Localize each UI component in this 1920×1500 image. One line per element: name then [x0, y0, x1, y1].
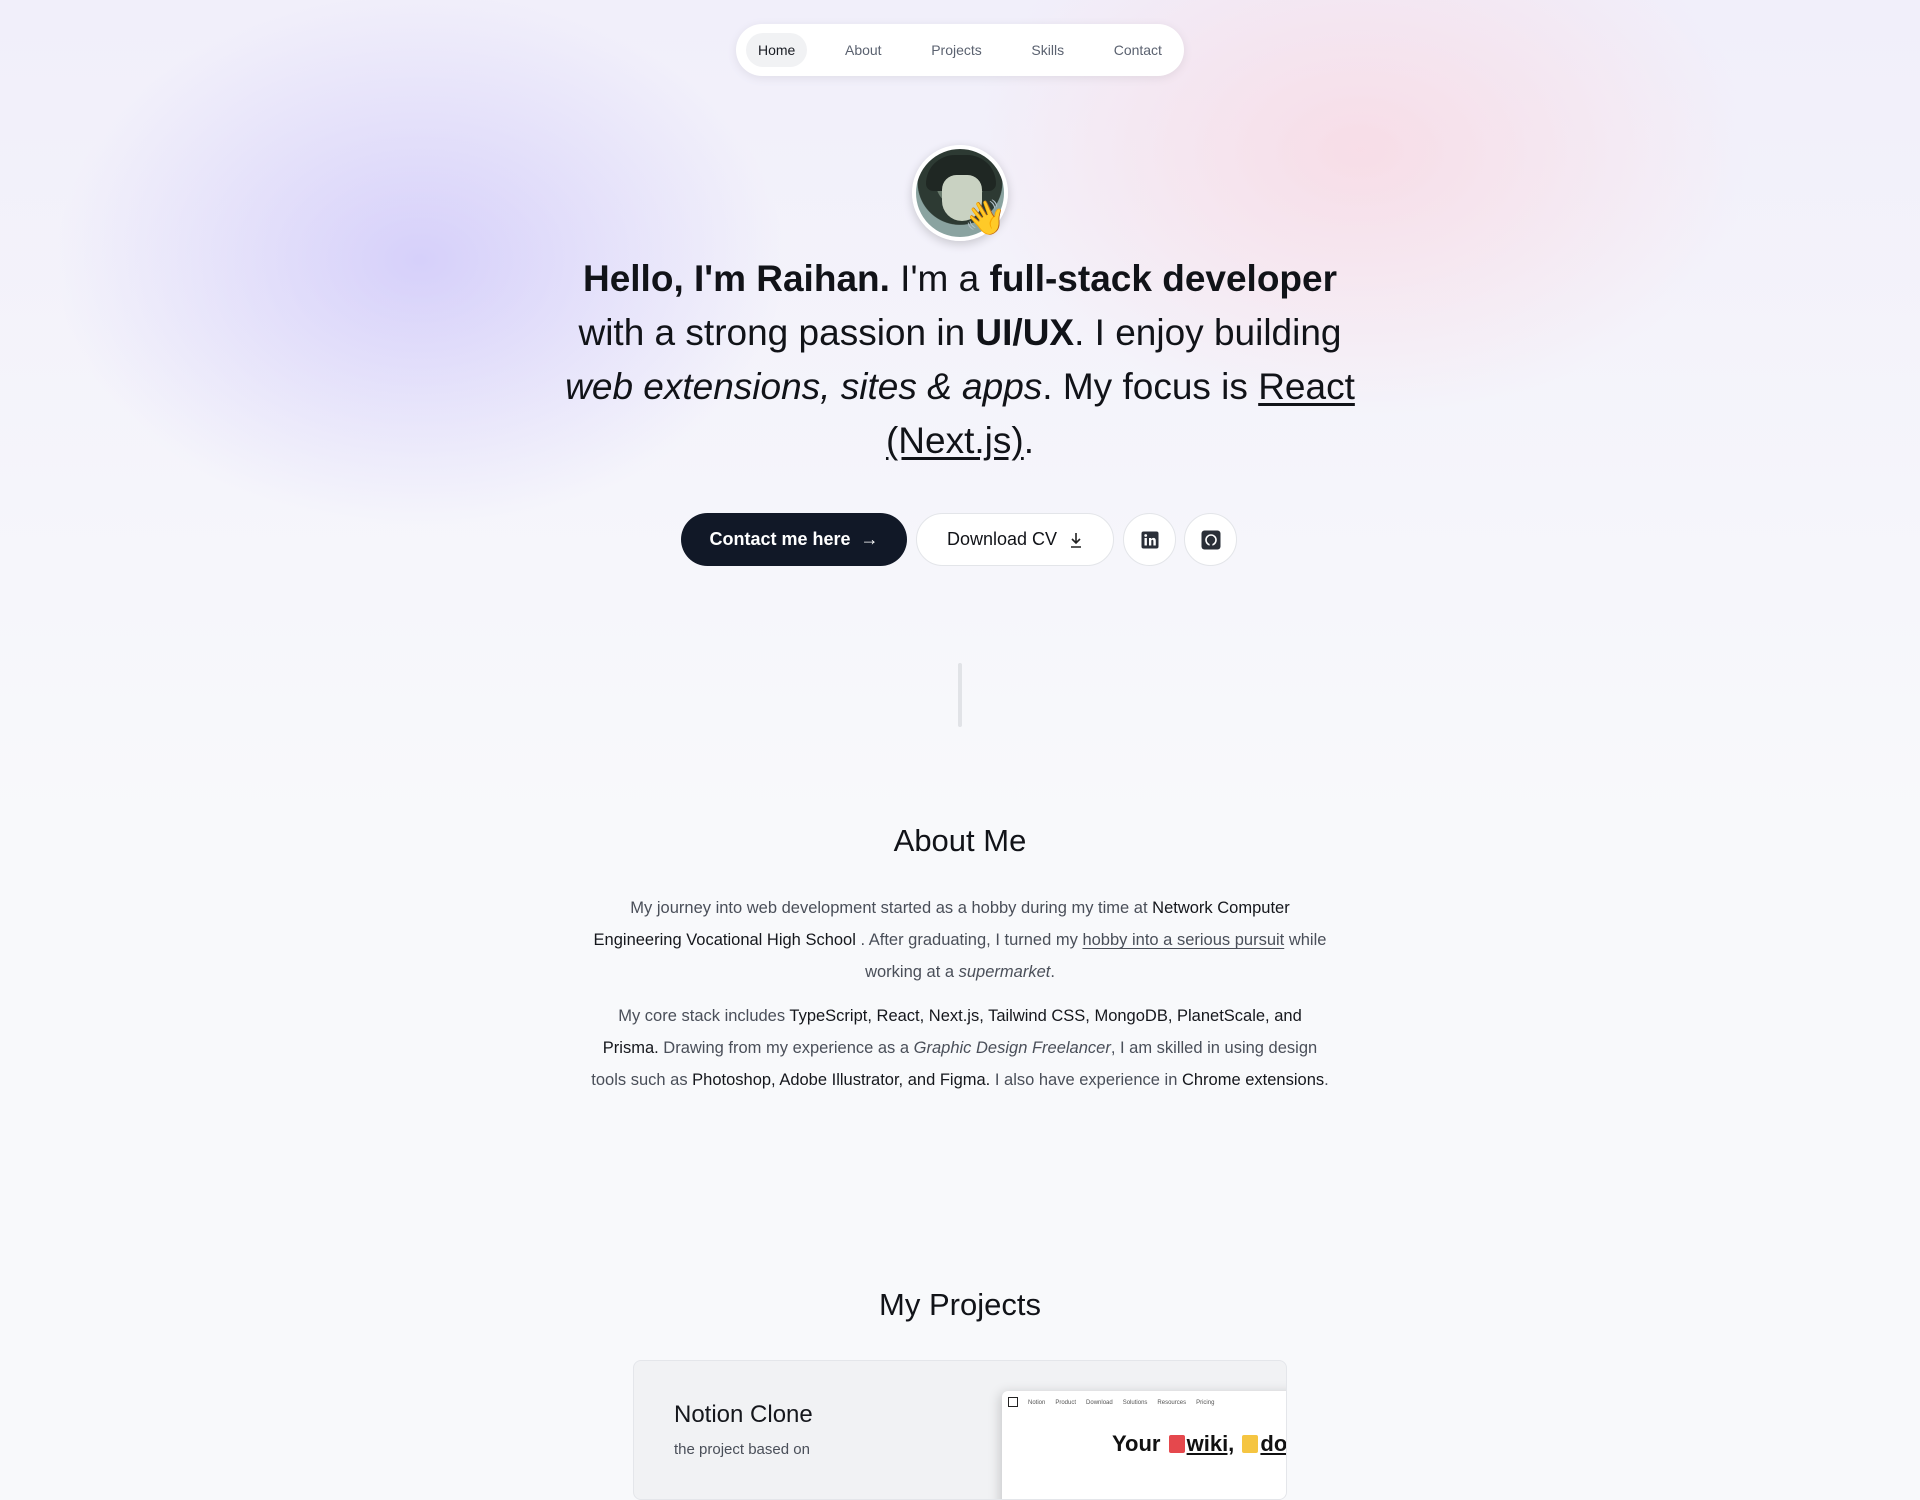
preview-headline-do: do: [1260, 1431, 1287, 1456]
top-navigation: Home About Projects Skills Contact: [736, 24, 1184, 76]
hero-text-4: . My focus is: [1042, 366, 1259, 407]
about-p2-text-b: Drawing from my experience as a: [658, 1039, 914, 1057]
projects-title: My Projects: [879, 1287, 1041, 1322]
hero-greeting: Hello, I'm Raihan.: [582, 258, 890, 299]
nav-item-projects[interactable]: Projects: [919, 33, 994, 67]
preview-headline: Your wiki, do: [1112, 1431, 1287, 1457]
hero-text-1: I'm a: [889, 258, 990, 299]
download-icon: [1071, 532, 1082, 548]
preview-nav-item: Solutions: [1122, 1399, 1148, 1406]
github-icon: [1201, 530, 1220, 549]
nav-item-about[interactable]: About: [833, 33, 894, 67]
hero-builds: web extensions, sites & apps: [565, 366, 1043, 407]
hero-role: full-stack developer: [989, 258, 1338, 299]
preview-headline-wiki: wiki,: [1186, 1431, 1235, 1456]
project-description: the project based on: [674, 1441, 810, 1458]
download-cv-button[interactable]: Download CV: [916, 513, 1114, 566]
project-preview-image: Notion Product Download Solutions Resources P…: [1002, 1391, 1287, 1499]
preview-nav-item: Resources: [1157, 1399, 1187, 1406]
hero-text-3: . I enjoy building: [1074, 312, 1342, 353]
about-paragraph-1: My journey into web development started …: [590, 892, 1330, 988]
contact-button-label: Contact me here: [709, 529, 851, 549]
github-button[interactable]: [1184, 513, 1237, 566]
about-p1-text-d: .: [1050, 963, 1055, 981]
preview-nav-item: Product: [1055, 1399, 1077, 1406]
hero-text-2: with a strong passion in: [578, 312, 976, 353]
preview-nav-item: Notion: [1028, 1399, 1046, 1406]
about-p2-text-a: My core stack includes: [618, 1007, 790, 1025]
about-p2-text-d: I also have experience in: [990, 1071, 1182, 1089]
wave-emoji: 👋: [964, 199, 1007, 237]
arrow-right-icon: →: [860, 529, 879, 549]
about-title: About Me: [893, 823, 1027, 858]
about-paragraph-2: My core stack includes TypeScript, React…: [590, 1000, 1330, 1096]
about-place: supermarket: [958, 963, 1051, 981]
nav-item-home[interactable]: Home: [746, 33, 808, 67]
nav-item-contact[interactable]: Contact: [1102, 33, 1174, 67]
about-p2-text-e: .: [1324, 1071, 1329, 1089]
about-hobby-link[interactable]: hobby into a serious pursuit: [1082, 931, 1284, 949]
scroll-divider: [958, 663, 962, 727]
preview-nav: Notion Product Download Solutions Resources P…: [1008, 1397, 1224, 1407]
preview-nav-item: Download: [1086, 1399, 1113, 1406]
notion-logo-icon: [1008, 1397, 1018, 1407]
hero-actions: Contact me here → Download CV: [0, 513, 1920, 567]
nav-item-skills[interactable]: Skills: [1019, 33, 1076, 67]
note-icon: [1242, 1435, 1259, 1453]
linkedin-icon: [1141, 531, 1158, 548]
hero-text-5: .: [1023, 420, 1034, 461]
about-extensions: Chrome extensions: [1181, 1071, 1325, 1089]
linkedin-button[interactable]: [1123, 513, 1176, 566]
download-cv-label: Download CV: [946, 529, 1058, 549]
project-card-notion-clone[interactable]: Notion Clone the project based on Notion…: [633, 1360, 1287, 1500]
preview-headline-text: Your: [1112, 1431, 1161, 1456]
about-role: Graphic Design Freelancer: [913, 1039, 1111, 1057]
project-title: Notion Clone: [674, 1401, 813, 1428]
hero-passion: UI/UX: [975, 312, 1075, 353]
about-p1-text-a: My journey into web development started …: [630, 899, 1153, 917]
preview-nav-item: Pricing: [1196, 1399, 1215, 1406]
hero-headline: Hello, I'm Raihan. I'm a full-stack deve…: [560, 252, 1360, 468]
about-tools: Photoshop, Adobe Illustrator, and Figma.: [692, 1071, 991, 1089]
book-icon: [1168, 1435, 1185, 1453]
about-p1-text-b: . After graduating, I turned my: [855, 931, 1083, 949]
contact-button[interactable]: Contact me here →: [681, 513, 907, 566]
